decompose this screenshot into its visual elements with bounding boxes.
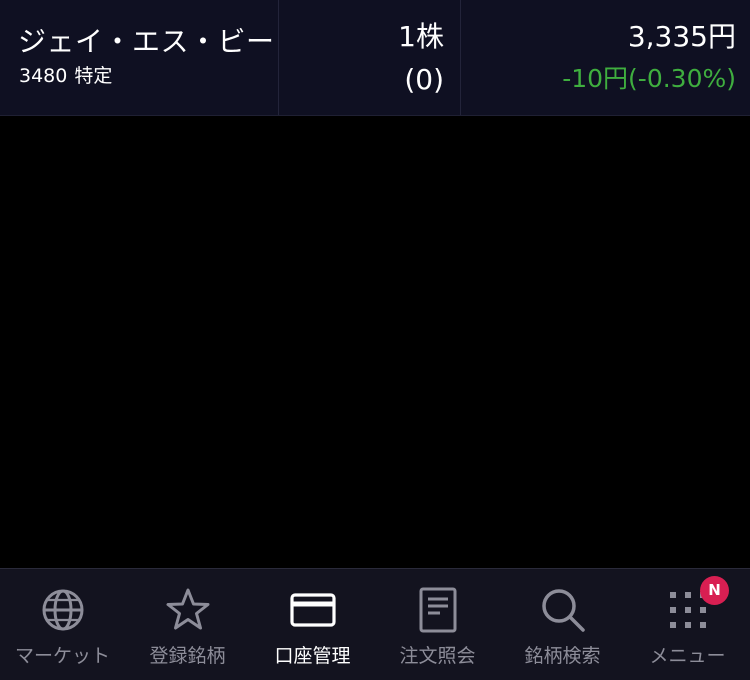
menu-new-badge: N [700,576,729,605]
tab-market-label: マーケット [14,645,110,667]
pending-quantity: (0) [404,63,444,96]
tab-menu[interactable]: メニュー [625,569,750,680]
holding-quantity: 1株 [398,20,444,53]
account-type: 特定 [74,65,113,87]
holding-row[interactable]: ジェイ・エス・ビー 3480 特定 1株 (0) 3,335円 -10円(-0.3… [0,0,750,116]
tab-orders-label: 注文照会 [399,645,476,667]
tab-search[interactable]: 銘柄検索 [500,569,625,680]
stock-code: 3480 [19,65,68,87]
price-cell: 3,335円 -10円(-0.30%) [461,0,750,115]
tab-menu-label: メニュー [649,645,726,667]
stock-meta: 3480 特定 [19,64,112,88]
tab-watchlist[interactable]: 登録銘柄 [125,569,250,680]
card-icon [288,585,338,635]
tab-watchlist-label: 登録銘柄 [149,645,226,667]
price-change: -10円(-0.30%) [562,64,736,93]
tab-market[interactable]: マーケット [0,569,125,680]
account-holding-screen: ジェイ・エス・ビー 3480 特定 1株 (0) 3,335円 -10円(-0.3… [0,0,750,680]
quantity-cell: 1株 (0) [279,0,461,115]
stock-name-cell[interactable]: ジェイ・エス・ビー 3480 特定 [0,0,279,115]
tab-orders[interactable]: 注文照会 [375,569,500,680]
star-icon [163,585,213,635]
globe-icon [38,585,88,635]
bottom-tab-bar: マーケット 登録銘柄 口座管理 注文照会 銘柄検索 メニュー [0,568,750,680]
tab-search-label: 銘柄検索 [524,645,601,667]
tab-account-label: 口座管理 [274,645,351,667]
current-price: 3,335円 [627,20,736,53]
content-area [0,116,750,568]
tab-account[interactable]: 口座管理 [250,569,375,680]
stock-name: ジェイ・エス・ビー [18,25,275,58]
search-icon [538,585,588,635]
document-icon [413,585,463,635]
